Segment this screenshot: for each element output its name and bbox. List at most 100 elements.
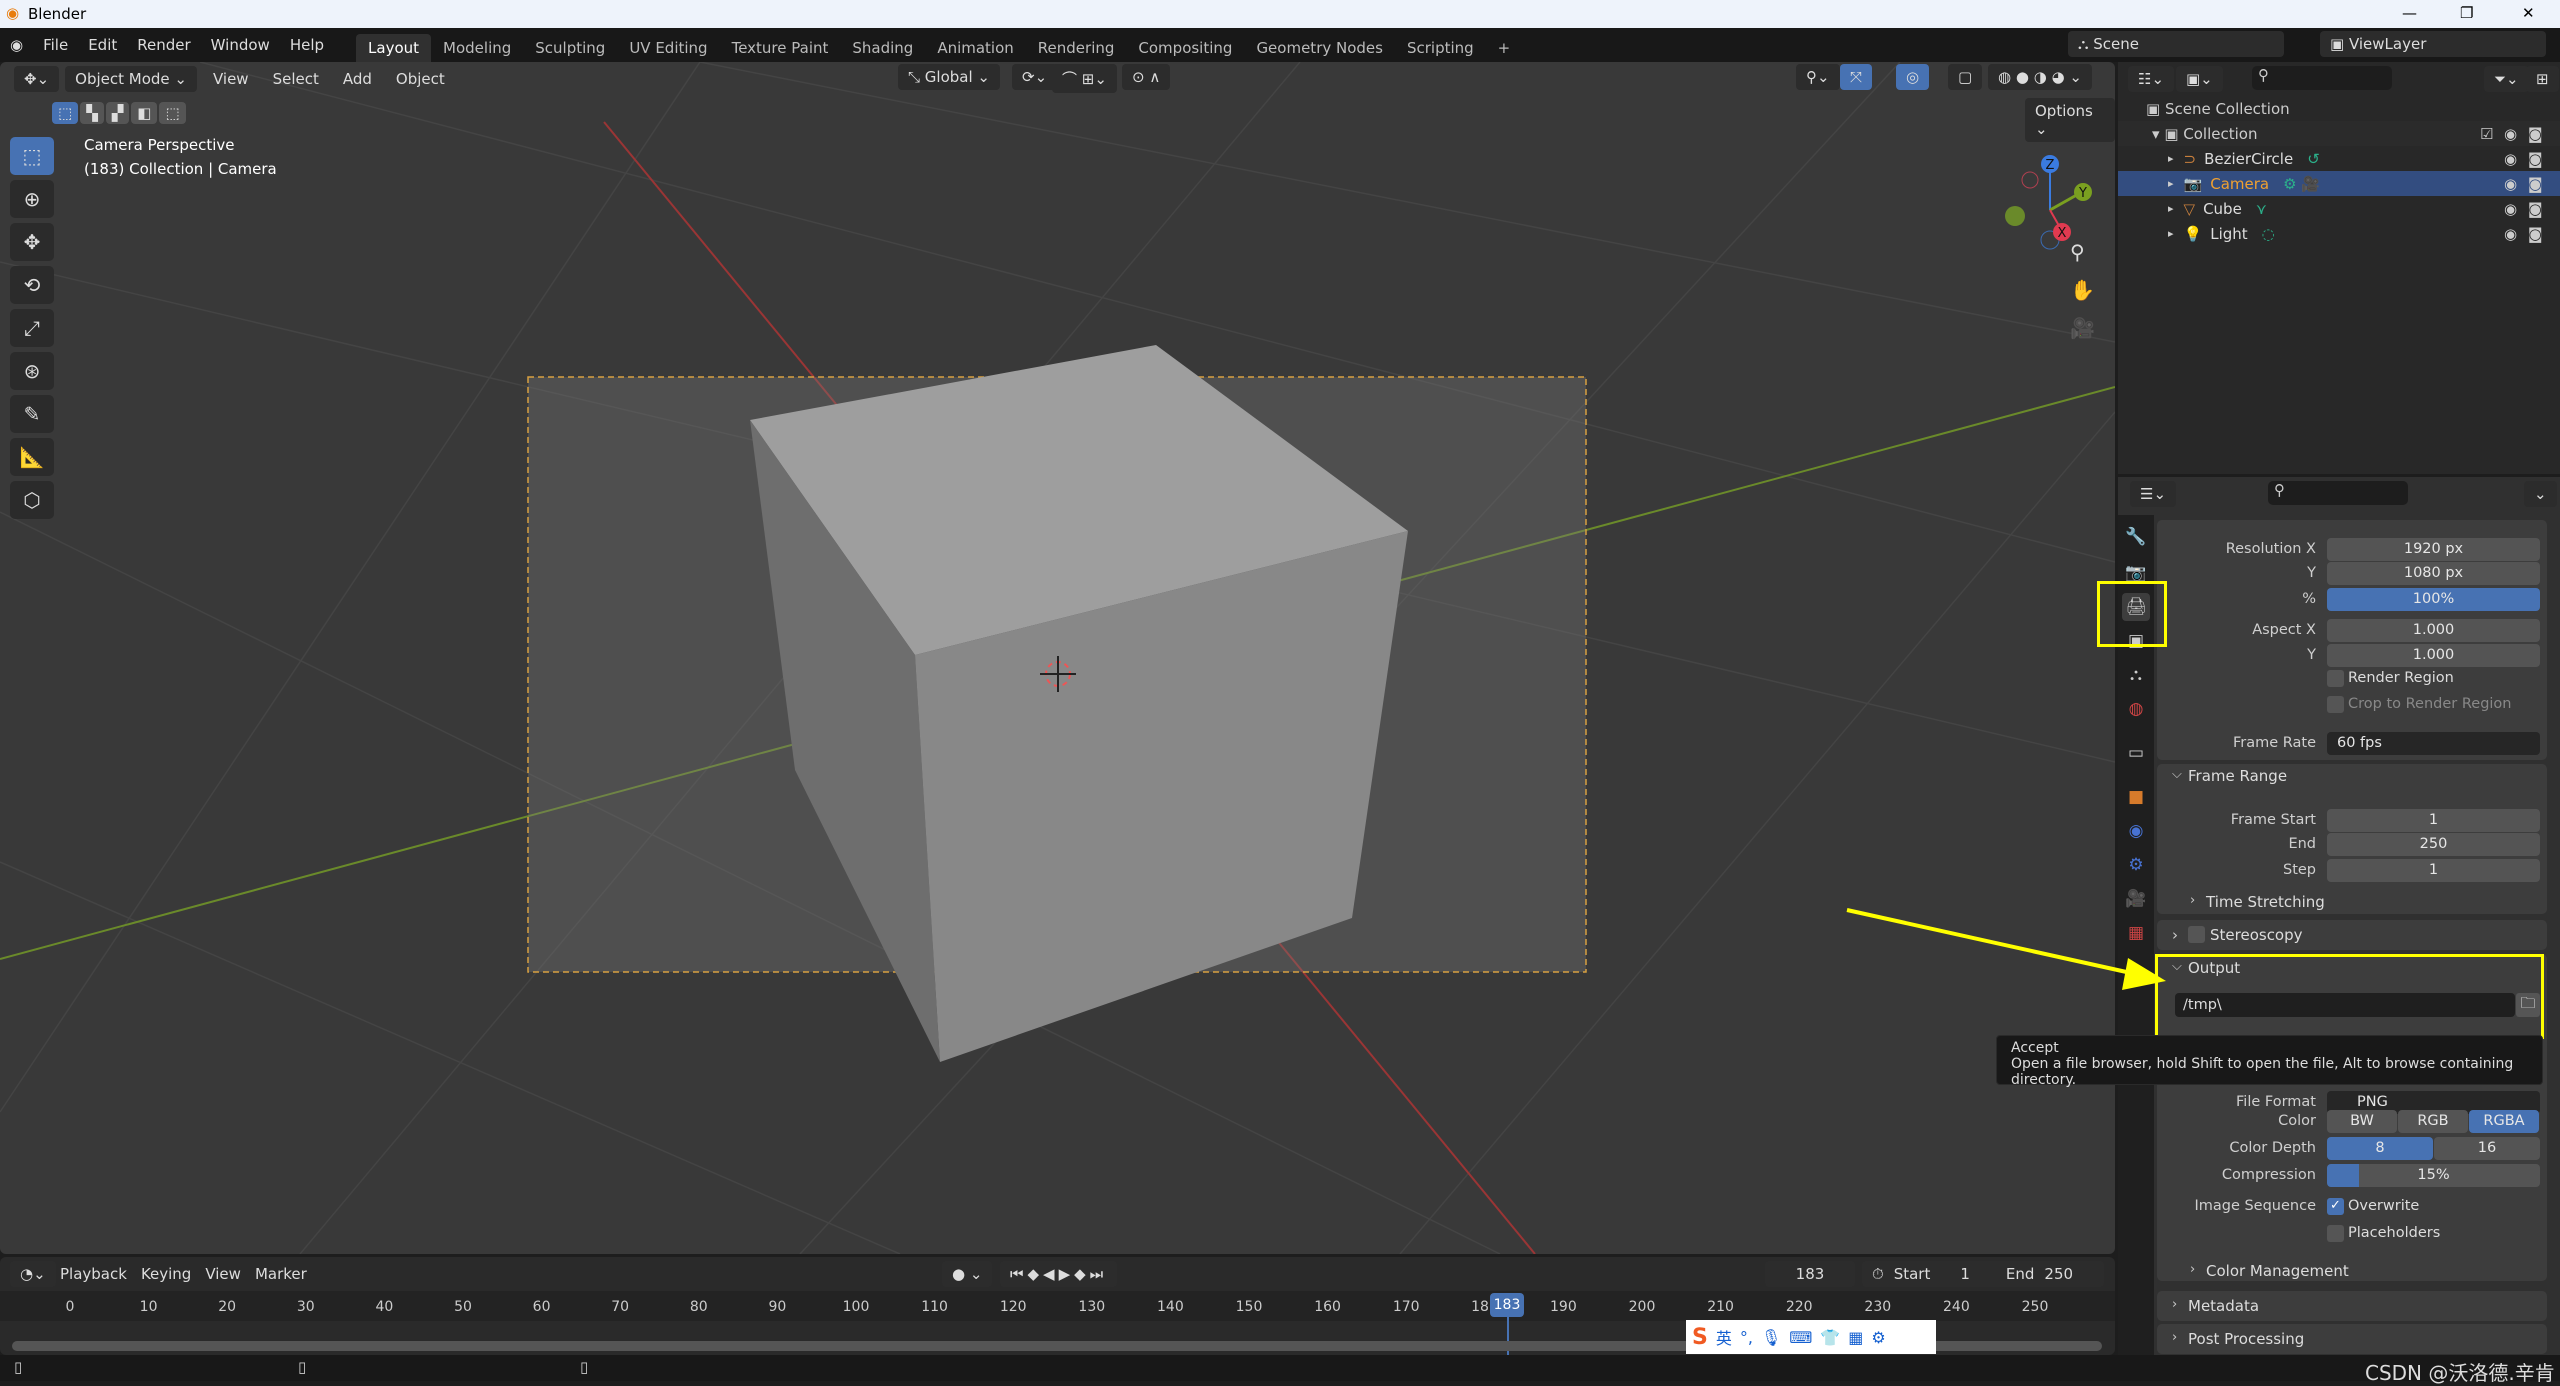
shading-buttons[interactable]: ◍ ● ◑ ◕ ⌄ <box>1988 64 2092 90</box>
render-region-checkbox[interactable] <box>2327 670 2344 687</box>
menu-edit[interactable]: Edit <box>78 36 127 54</box>
move-tool-icon[interactable]: ✥ <box>10 223 54 261</box>
options-dropdown[interactable]: Options ⌄ <box>2025 98 2115 142</box>
filter-button[interactable]: ⏷⌄ <box>2484 66 2529 92</box>
render-camera-icon[interactable]: ◙ <box>2528 150 2543 168</box>
ime-language[interactable]: 英 <box>1716 1325 1732 1349</box>
checkbox-icon[interactable]: ☑ <box>2480 125 2493 143</box>
camera-view-icon[interactable]: 🎥 <box>2070 316 2095 340</box>
start-field[interactable]: 1 <box>1960 1265 1970 1283</box>
color-depth-option-16[interactable]: 16 <box>2434 1137 2540 1160</box>
transform-tool-icon[interactable]: ⊛ <box>10 352 54 390</box>
maximize-button[interactable]: ❐ <box>2460 4 2473 22</box>
new-collection-button[interactable]: ⊞ <box>2526 66 2559 92</box>
end-field[interactable]: 250 <box>2044 1265 2073 1283</box>
eye-icon[interactable]: ◉ <box>2504 125 2517 143</box>
expand-icon[interactable]: ▸ <box>2168 227 2174 240</box>
physics-tab-icon[interactable]: ◉ <box>2122 817 2150 845</box>
menu-file[interactable]: File <box>33 36 78 54</box>
properties-search-input[interactable]: ⚲ <box>2268 481 2408 505</box>
timeline-menu-view[interactable]: View <box>201 1261 245 1287</box>
collection-tab-icon[interactable]: ▭ <box>2122 739 2150 767</box>
scale-tool-icon[interactable]: ⤢ <box>10 309 54 347</box>
render-camera-icon[interactable]: ◙ <box>2528 225 2543 243</box>
tab-texture-paint[interactable]: Texture Paint <box>720 34 841 62</box>
blender-menu-icon[interactable]: ◉ <box>0 36 33 54</box>
metadata-chevron-icon[interactable]: › <box>2172 1297 2177 1312</box>
cursor-tool-icon[interactable]: ⊕ <box>10 180 54 218</box>
timeline-menu-keying[interactable]: Keying <box>137 1261 195 1287</box>
compression-field[interactable]: 15% <box>2327 1164 2540 1187</box>
format-row-2-field[interactable]: 100% <box>2327 588 2540 611</box>
playback-controls[interactable]: ⏮◆◀▶◆⏭ <box>1000 1261 1118 1287</box>
editor-type-button[interactable]: ✥⌄ <box>14 66 60 92</box>
eye-icon[interactable]: ◉ <box>2504 175 2517 193</box>
tab-uv-editing[interactable]: UV Editing <box>617 34 719 62</box>
measure-tool-icon[interactable]: 📐 <box>10 438 54 476</box>
zoom-icon[interactable]: ⚲ <box>2070 240 2095 264</box>
frame-range-row-2-field[interactable]: 1 <box>2327 859 2540 882</box>
post-processing-header[interactable]: Post Processing <box>2188 1330 2304 1348</box>
settings-icon[interactable]: ⚙ <box>1871 1328 1885 1347</box>
pan-hand-icon[interactable]: ✋ <box>2070 278 2095 302</box>
color-option-rgba[interactable]: RGBA <box>2469 1110 2539 1133</box>
playhead-frame[interactable]: 183 <box>1490 1293 1524 1317</box>
tool-tab-icon[interactable]: 🔧 <box>2122 523 2150 551</box>
menu-help[interactable]: Help <box>280 36 334 54</box>
scene-selector[interactable]: ⛬ Scene <box>2068 31 2284 57</box>
menu-window[interactable]: Window <box>201 36 280 54</box>
gizmo-button[interactable]: ⤧ <box>1840 64 1873 90</box>
microphone-icon[interactable]: 🎙 <box>1761 1328 1781 1347</box>
crop-render-region-checkbox[interactable] <box>2327 696 2344 713</box>
tab-scripting[interactable]: Scripting <box>1395 34 1486 62</box>
eye-icon[interactable]: ◉ <box>2504 150 2517 168</box>
render-camera-icon[interactable]: ◙ <box>2528 175 2543 193</box>
outliner-editor-type[interactable]: ☷⌄ <box>2128 66 2175 92</box>
select-extend-icon[interactable]: ▚ <box>80 102 104 124</box>
timeline-editor-type[interactable]: ◔⌄ <box>10 1261 56 1287</box>
tab--[interactable]: + <box>1486 34 1523 62</box>
time-stretching-header[interactable]: Time Stretching <box>2206 893 2325 911</box>
tab-modeling[interactable]: Modeling <box>431 34 523 62</box>
outliner-item-camera[interactable]: ▸ 📷 Camera ⚙ 🎥 ◉ ◙ <box>2118 171 2560 196</box>
pivot-button[interactable]: ⟳⌄ <box>1012 64 1058 90</box>
viewport-menu-add[interactable]: Add <box>333 70 382 88</box>
placeholders-checkbox[interactable] <box>2327 1225 2344 1242</box>
stopwatch-icon[interactable]: ⏱ <box>1872 1265 1884 1283</box>
expand-icon[interactable]: ▸ <box>2168 202 2174 215</box>
visibility-button[interactable]: ⚲⌄ <box>1796 64 1840 90</box>
tab-compositing[interactable]: Compositing <box>1126 34 1244 62</box>
constraints-tab-icon[interactable]: ⚙ <box>2122 851 2150 879</box>
select-subtract-icon[interactable]: ▞ <box>105 102 130 124</box>
frame-range-header[interactable]: Frame Range <box>2188 767 2287 785</box>
viewport-menu-object[interactable]: Object <box>386 70 455 88</box>
mode-dropdown[interactable]: Object Mode ⌄ <box>65 66 197 92</box>
stereoscopy-header[interactable]: Stereoscopy <box>2210 926 2303 944</box>
outliner-item-beziercircle[interactable]: ▸ ⊃ BezierCircle ↺ ◉ ◙ <box>2118 146 2560 171</box>
tab-animation[interactable]: Animation <box>925 34 1025 62</box>
timeline-menu-marker[interactable]: Marker <box>251 1261 311 1287</box>
scene-tab-icon[interactable]: ⛬ <box>2122 661 2150 689</box>
tab-rendering[interactable]: Rendering <box>1026 34 1127 62</box>
format-row-1-field[interactable]: 1080 px <box>2327 562 2540 585</box>
rotate-tool-icon[interactable]: ⟲ <box>10 266 54 304</box>
orientation-dropdown[interactable]: ⤡ Global ⌄ <box>898 64 1000 90</box>
time-stretching-chevron-icon[interactable]: › <box>2190 893 2195 908</box>
select-intersect-icon[interactable]: ⬚ <box>159 102 186 124</box>
render-camera-icon[interactable]: ◙ <box>2528 200 2543 218</box>
select-invert-icon[interactable]: ◧ <box>131 102 158 124</box>
select-new-icon[interactable]: ⬚ <box>52 102 79 124</box>
expand-icon[interactable]: ▾ <box>2152 125 2164 143</box>
post-processing-chevron-icon[interactable]: › <box>2172 1330 2177 1345</box>
texture-tab-icon[interactable]: ▦ <box>2122 919 2150 947</box>
current-frame-field[interactable]: 183 <box>1765 1261 1855 1287</box>
outliner-item-light[interactable]: ▸ 💡 Light ◌ ◉ ◙ <box>2118 221 2560 246</box>
color-option-rgb[interactable]: RGB <box>2398 1110 2468 1133</box>
expand-icon[interactable]: ▸ <box>2168 177 2174 190</box>
overlay-button[interactable]: ◎ <box>1896 64 1930 90</box>
close-button[interactable]: ✕ <box>2522 4 2535 22</box>
minimize-button[interactable]: — <box>2402 4 2417 22</box>
object-tab-icon[interactable]: ■ <box>2122 783 2150 811</box>
format-row-3-field[interactable]: 1.000 <box>2327 619 2540 642</box>
frame-range-chevron-icon[interactable]: ⌵ <box>2172 767 2182 782</box>
